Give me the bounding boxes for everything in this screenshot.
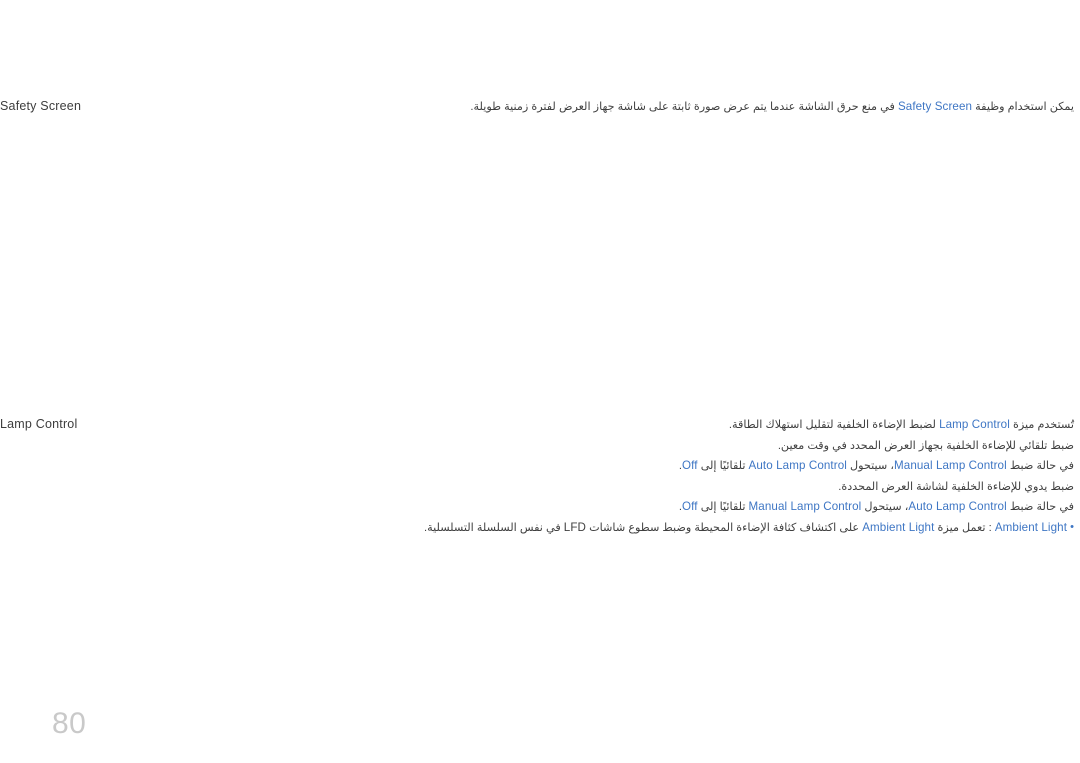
bullet-ambient-light: • Ambient Light : تعمل ميزة Ambient Ligh… [200, 518, 1074, 539]
inline-term: Auto Lamp Control [908, 500, 1007, 513]
section-safety-screen: Safety Screen يمكن استخدام وظيفة Safety … [0, 97, 1080, 118]
paragraph-lamp-control-description: تُستخدم ميزة Lamp Control لضبط الإضاءة ا… [200, 415, 1074, 436]
inline-term: Lamp Control [939, 418, 1010, 431]
section-heading-safety-screen: Safety Screen [0, 99, 82, 113]
inline-term: LFD [563, 520, 586, 534]
section-body-safety-screen: يمكن استخدام وظيفة Safety Screen في منع … [152, 97, 1080, 118]
inline-term: Auto Lamp Control [748, 459, 847, 472]
paragraph-manual-switches-auto-off: في حالة ضبط Manual Lamp Control، سيتحول … [200, 456, 1074, 477]
bullet-dot-icon: • [1070, 520, 1074, 533]
paragraph-auto-lamp-control-description: ضبط تلقائي للإضاءة الخلفية بجهاز العرض ا… [777, 439, 1074, 452]
inline-term: Ambient Light [994, 520, 1068, 534]
inline-term: Manual Lamp Control [894, 459, 1007, 472]
paragraph-manual-lamp-control-description: ضبط يدوي للإضاءة الخلفية لشاشة العرض الم… [838, 480, 1074, 493]
section-heading-lamp-control: Lamp Control [0, 417, 78, 431]
inline-term: Off [682, 459, 698, 472]
section-lamp-control: Lamp Control تُستخدم ميزة Lamp Control ل… [0, 415, 1080, 538]
inline-term: Safety Screen [897, 100, 973, 113]
page-number: 80 [52, 707, 87, 740]
inline-term: Manual Lamp Control [748, 500, 862, 513]
manual-page: Safety Screen يمكن استخدام وظيفة Safety … [0, 0, 1080, 763]
inline-term: Off [682, 500, 698, 513]
section-body-lamp-control: تُستخدم ميزة Lamp Control لضبط الإضاءة ا… [152, 415, 1080, 538]
paragraph-auto-switches-manual-off: في حالة ضبط Auto Lamp Control، سيتحول Ma… [200, 497, 1074, 518]
paragraph-safety-screen-description: يمكن استخدام وظيفة Safety Screen في منع … [200, 97, 1074, 118]
inline-term: Ambient Light [862, 520, 935, 534]
